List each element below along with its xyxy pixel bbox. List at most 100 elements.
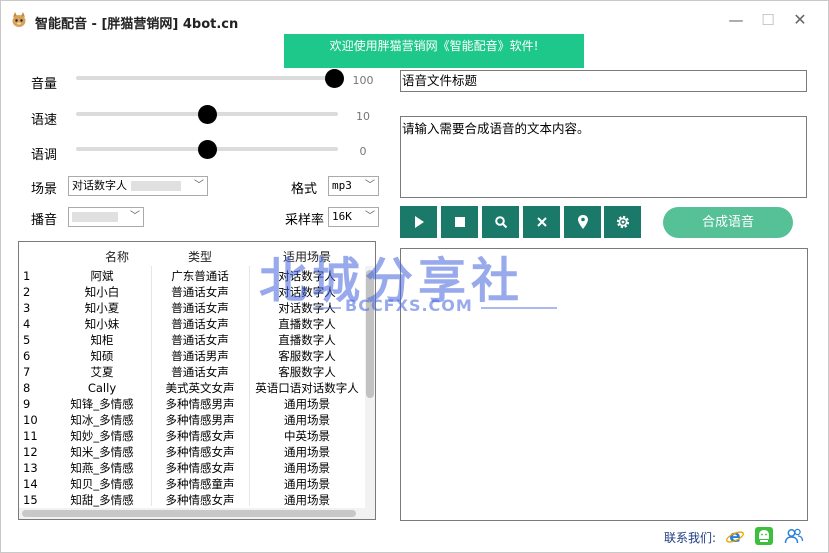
location-button[interactable] [564, 206, 601, 238]
voice-type: 美式英文女声 [165, 381, 235, 395]
voice-name: 知冰_多情感 [70, 413, 134, 427]
voice-name: 知燕_多情感 [70, 461, 134, 475]
table-row[interactable]: 7 艾夏 普通话女声 客服数字人 [19, 364, 365, 380]
stop-button[interactable] [441, 206, 478, 238]
voice-type: 普通话男声 [171, 349, 229, 363]
voice-type: 多种情感女声 [165, 445, 235, 459]
voice-type: 普通话女声 [171, 365, 229, 379]
synthesis-text-input[interactable]: 请输入需要合成语音的文本内容。 [400, 116, 807, 198]
table-header: 名称 类型 适用场景 [19, 242, 375, 266]
wechat-icon[interactable] [754, 526, 774, 546]
user-group-icon[interactable] [784, 526, 804, 546]
maximize-button[interactable]: ☐ [755, 9, 781, 31]
row-index: 13 [23, 461, 38, 475]
voice-name: 知硕 [90, 349, 114, 363]
row-index: 12 [23, 445, 38, 459]
voice-select[interactable]: ﹀ [68, 207, 144, 227]
voice-type: 多种情感女声 [165, 429, 235, 443]
row-index: 10 [23, 413, 38, 427]
row-index: 15 [23, 493, 38, 507]
voice-scene: 通用场景 [284, 413, 330, 427]
voice-label: 播音 [31, 213, 58, 228]
row-index: 9 [23, 397, 31, 411]
format-select[interactable]: mp3 ﹀ [328, 176, 379, 196]
table-row[interactable]: 12 知米_多情感 多种情感女声 通用场景 [19, 444, 365, 460]
table-row[interactable]: 3 知小夏 普通话女声 对话数字人 [19, 300, 365, 316]
minimize-button[interactable]: — [723, 9, 749, 31]
row-index: 4 [23, 317, 31, 331]
voice-scene: 对话数字人 [278, 301, 336, 315]
voice-scene: 通用场景 [284, 461, 330, 475]
horizontal-scrollbar[interactable] [19, 508, 375, 519]
ie-browser-icon[interactable]: e [725, 526, 745, 546]
table-row[interactable]: 13 知燕_多情感 多种情感女声 通用场景 [19, 460, 365, 476]
row-index: 8 [23, 381, 31, 395]
scrollbar-thumb[interactable] [366, 270, 374, 398]
voice-type: 多种情感男声 [165, 397, 235, 411]
clear-button[interactable] [523, 206, 560, 238]
window-title: 智能配音 - [胖猫营销网] 4bot.cn [35, 17, 239, 32]
voice-scene: 直播数字人 [278, 317, 336, 331]
speed-value: 10 [348, 106, 378, 128]
table-row[interactable]: 8 Cally 美式英文女声 英语口语对话数字人 [19, 380, 365, 396]
format-label: 格式 [291, 182, 318, 197]
output-log-area [400, 248, 808, 521]
row-index: 7 [23, 365, 31, 379]
voice-scene: 通用场景 [284, 397, 330, 411]
pitch-value: 0 [348, 141, 378, 163]
row-index: 1 [23, 269, 31, 283]
settings-button[interactable] [604, 206, 641, 238]
search-button[interactable] [482, 206, 519, 238]
volume-label: 音量 [31, 77, 58, 92]
voice-scene: 客服数字人 [278, 365, 336, 379]
pitch-slider-handle[interactable] [197, 140, 217, 159]
vertical-scrollbar[interactable] [365, 266, 375, 508]
chevron-down-icon: ﹀ [365, 180, 375, 191]
sample-rate-label: 采样率 [285, 213, 325, 228]
speed-slider-handle[interactable] [197, 105, 217, 124]
row-index: 11 [23, 429, 38, 443]
table-row[interactable]: 14 知贝_多情感 多种情感童声 通用场景 [19, 476, 365, 492]
table-row[interactable]: 2 知小白 普通话女声 对话数字人 [19, 284, 365, 300]
voice-type: 普通话女声 [171, 285, 229, 299]
table-row[interactable]: 5 知柜 普通话女声 直播数字人 [19, 332, 365, 348]
table-row[interactable]: 10 知冰_多情感 多种情感男声 通用场景 [19, 412, 365, 428]
scene-select[interactable]: 对话数字人 ﹀ [68, 176, 208, 196]
stop-icon [454, 217, 465, 227]
svg-text:e: e [729, 527, 741, 546]
voice-name: 知甜_多情感 [70, 493, 134, 507]
voice-type: 多种情感童声 [165, 477, 235, 491]
chevron-down-icon: ﹀ [130, 211, 140, 222]
scrollbar-thumb[interactable] [22, 510, 356, 517]
volume-value: 100 [348, 70, 378, 92]
gear-icon [616, 215, 629, 229]
play-button[interactable] [400, 206, 437, 238]
volume-slider[interactable] [76, 76, 338, 80]
volume-slider-handle[interactable] [324, 69, 344, 88]
audio-title-input[interactable]: 语音文件标题 [400, 70, 807, 92]
table-row[interactable]: 6 知硕 普通话男声 客服数字人 [19, 348, 365, 364]
voice-name: 知柜 [90, 333, 114, 347]
table-row[interactable]: 1 阿斌 广东普通话 对话数字人 [19, 268, 365, 284]
column-header-scene[interactable]: 适用场景 [249, 248, 365, 265]
pitch-label: 语调 [31, 148, 58, 163]
voice-type: 普通话女声 [171, 333, 229, 347]
close-window-button[interactable]: ✕ [787, 9, 813, 31]
table-row[interactable]: 15 知甜_多情感 多种情感女声 通用场景 [19, 492, 365, 508]
table-row[interactable]: 4 知小妹 普通话女声 直播数字人 [19, 316, 365, 332]
voice-table[interactable]: 名称 类型 适用场景 1 阿斌 广东普通话 对话数字人 2 知小白 普通话女声 对话数字人 3 知… [18, 241, 376, 520]
sample-rate-select[interactable]: 16K ﹀ [328, 207, 379, 227]
voice-type: 广东普通话 [171, 269, 229, 283]
voice-type: 多种情感男声 [165, 413, 235, 427]
voice-scene: 对话数字人 [278, 269, 336, 283]
column-header-type[interactable]: 类型 [151, 248, 249, 265]
voice-name: 知米_多情感 [70, 445, 134, 459]
voice-name: 知小妹 [84, 317, 120, 331]
table-row[interactable]: 9 知锋_多情感 多种情感男声 通用场景 [19, 396, 365, 412]
table-row[interactable]: 11 知妙_多情感 多种情感女声 中英场景 [19, 428, 365, 444]
cat-app-icon [12, 12, 26, 27]
row-index: 2 [23, 285, 31, 299]
synthesize-button[interactable]: 合成语音 [663, 207, 793, 238]
voice-type: 多种情感女声 [165, 493, 235, 507]
row-index: 5 [23, 333, 31, 347]
